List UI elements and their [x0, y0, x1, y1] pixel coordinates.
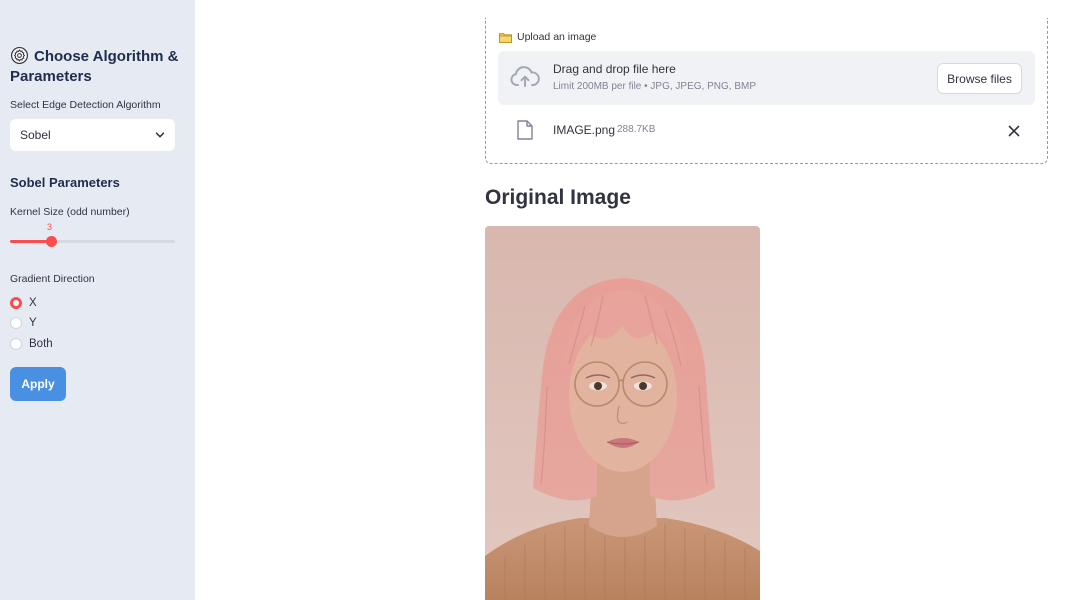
sidebar-title: Choose Algorithm & Parameters — [10, 46, 190, 87]
radio-label-both: Both — [29, 338, 53, 350]
close-icon[interactable] — [1007, 124, 1021, 138]
chevron-down-icon — [155, 132, 165, 138]
algorithm-select-value: Sobel — [20, 128, 51, 142]
params-heading: Sobel Parameters — [10, 175, 120, 190]
radio-option-y[interactable]: Y — [10, 317, 37, 329]
portrait-illustration — [485, 226, 760, 600]
uploaded-file-name: IMAGE.png — [553, 123, 616, 137]
sidebar: Choose Algorithm & Parameters Select Edg… — [0, 0, 195, 600]
kernel-size-slider[interactable] — [10, 236, 175, 247]
file-uploader: Upload an image Drag and drop file here … — [485, 18, 1048, 164]
radio-option-x[interactable]: X — [10, 297, 37, 309]
file-icon — [517, 120, 533, 140]
original-image-heading: Original Image — [485, 186, 631, 209]
upload-label-text: Upload an image — [517, 31, 597, 43]
upload-label: Upload an image — [499, 31, 596, 43]
cloud-upload-icon — [510, 66, 540, 87]
radio-label-x: X — [29, 297, 37, 309]
algorithm-select[interactable]: Sobel — [10, 119, 175, 151]
radio-button-y[interactable] — [10, 317, 22, 329]
sidebar-title-text: Choose Algorithm & Parameters — [10, 48, 179, 85]
drop-zone-limits: Limit 200MB per file • JPG, JPEG, PNG, B… — [553, 81, 757, 92]
kernel-size-value: 3 — [47, 222, 53, 232]
drop-zone-text: Drag and drop file here — [553, 62, 676, 76]
gear-icon — [10, 46, 29, 65]
uploaded-file-size: 288.7KB — [617, 124, 656, 135]
browse-files-button[interactable]: Browse files — [937, 63, 1022, 94]
radio-button-both[interactable] — [10, 338, 22, 350]
radio-option-both[interactable]: Both — [10, 338, 53, 350]
apply-button[interactable]: Apply — [10, 367, 66, 401]
algorithm-label: Select Edge Detection Algorithm — [10, 99, 161, 111]
slider-thumb[interactable] — [46, 236, 58, 247]
kernel-size-label: Kernel Size (odd number) — [10, 206, 130, 218]
gradient-direction-label: Gradient Direction — [10, 273, 95, 285]
original-image — [485, 226, 760, 600]
drop-zone[interactable]: Drag and drop file here Limit 200MB per … — [498, 51, 1035, 105]
radio-button-x[interactable] — [10, 297, 22, 309]
radio-label-y: Y — [29, 317, 37, 329]
slider-fill — [10, 240, 52, 243]
folder-icon — [499, 32, 512, 43]
